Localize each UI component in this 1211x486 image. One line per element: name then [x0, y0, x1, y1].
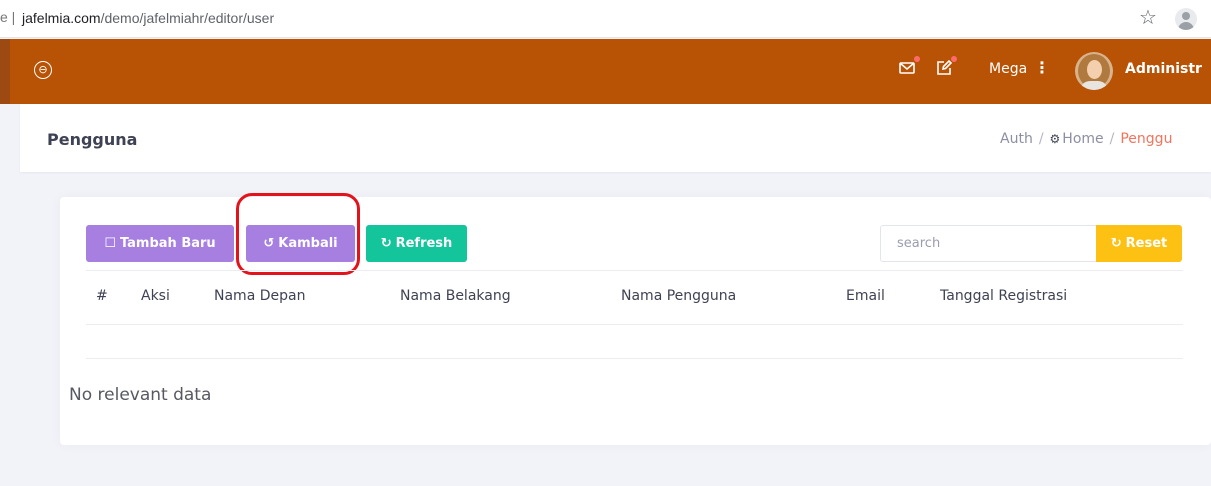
- admin-label[interactable]: Administr: [1125, 61, 1202, 77]
- undo-icon: ↺: [263, 236, 275, 251]
- search-input[interactable]: [880, 225, 1096, 262]
- content-card: ☐Tambah Baru ↺Kambali ↻Refresh ↻Reset # …: [60, 193, 1211, 445]
- more-menu-icon[interactable]: ⋮: [1034, 58, 1050, 77]
- table-header: # Aksi Nama Depan Nama Belakang Nama Pen…: [86, 270, 1183, 325]
- refresh-button[interactable]: ↻ Refresh: [366, 225, 467, 262]
- sidebar-edge: [0, 39, 10, 104]
- page-header: Pengguna Auth / ⚙ Home / Penggu: [20, 104, 1211, 172]
- column-header-nama-belakang: Nama Belakang: [400, 288, 511, 304]
- back-label: Kambali: [278, 236, 338, 251]
- table-empty-row: [86, 325, 1183, 359]
- top-navbar: ⊖ Mega ⋮ Administr: [10, 39, 1211, 104]
- edit-badge: [951, 56, 957, 62]
- reset-button[interactable]: ↻ Reset: [1096, 225, 1182, 262]
- breadcrumb-separator: /: [1038, 131, 1044, 147]
- url-host: jafelmia.com: [22, 10, 101, 26]
- avatar[interactable]: [1075, 52, 1113, 90]
- breadcrumb-current: Penggu: [1120, 131, 1173, 147]
- breadcrumb-auth[interactable]: Auth: [1000, 131, 1033, 147]
- breadcrumb-home[interactable]: Home: [1062, 131, 1103, 147]
- square-icon: ☐: [104, 236, 116, 251]
- mail-icon[interactable]: [898, 56, 920, 77]
- url-prefix: e |: [0, 9, 16, 25]
- add-new-button[interactable]: ☐ Tambah Baru: [86, 225, 234, 262]
- mail-badge: [914, 56, 920, 62]
- column-header-email: Email: [846, 288, 885, 304]
- dashboard-icon: ⚙: [1049, 132, 1061, 146]
- empty-state-message: No relevant data: [69, 385, 212, 405]
- add-new-label: Tambah Baru: [119, 236, 216, 251]
- breadcrumb-separator: /: [1109, 131, 1115, 147]
- breadcrumb: Auth / ⚙ Home / Penggu: [1000, 131, 1172, 147]
- edit-icon[interactable]: [935, 56, 957, 77]
- column-header-nama-pengguna: Nama Pengguna: [621, 288, 737, 304]
- app-page: e | jafelmia.com/demo/jafelmiahr/editor/…: [0, 0, 1211, 486]
- page-title: Pengguna: [47, 130, 138, 149]
- url-path: /demo/jafelmiahr/editor/user: [100, 10, 275, 26]
- url-field[interactable]: jafelmia.com/demo/jafelmiahr/editor/user: [22, 10, 274, 26]
- column-header-tanggal-registrasi: Tanggal Registrasi: [940, 288, 1068, 304]
- browser-address-bar: e | jafelmia.com/demo/jafelmiahr/editor/…: [0, 0, 1211, 38]
- reset-label: Reset: [1125, 236, 1168, 251]
- back-button[interactable]: ↺ Kambali: [246, 225, 355, 262]
- column-header-aksi: Aksi: [141, 288, 170, 304]
- column-header-number: #: [96, 288, 108, 304]
- profile-icon[interactable]: [1175, 8, 1197, 30]
- sidebar-collapse-icon[interactable]: ⊖: [34, 61, 52, 79]
- column-header-nama-depan: Nama Depan: [214, 288, 306, 304]
- bookmark-star-icon[interactable]: ☆: [1139, 5, 1157, 29]
- refresh-label: Refresh: [395, 236, 453, 251]
- refresh-icon: ↻: [1110, 236, 1122, 251]
- refresh-icon: ↻: [380, 236, 392, 251]
- user-name[interactable]: Mega: [989, 61, 1027, 77]
- users-table: # Aksi Nama Depan Nama Belakang Nama Pen…: [86, 270, 1183, 359]
